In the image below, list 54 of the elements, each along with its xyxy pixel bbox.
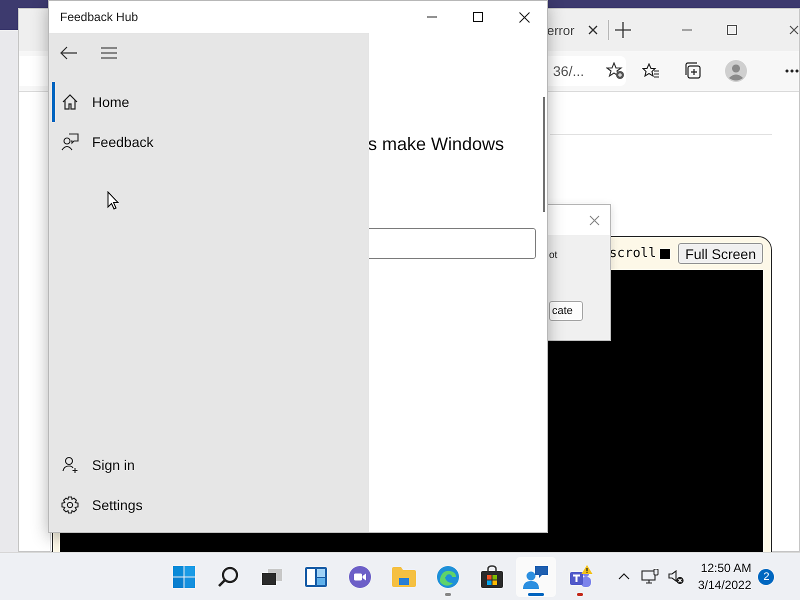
close-icon bbox=[588, 25, 598, 35]
back-arrow-icon bbox=[60, 46, 78, 60]
notification-badge[interactable]: 2 bbox=[758, 568, 774, 584]
monitor-icon bbox=[641, 568, 659, 584]
close-icon bbox=[518, 12, 530, 22]
full-screen-button[interactable]: Full Screen bbox=[678, 243, 763, 264]
settings-icon bbox=[61, 496, 79, 514]
person-chat-icon bbox=[523, 564, 549, 588]
window-title: Feedback Hub bbox=[59, 10, 140, 24]
nav-item[interactable]: Feedback bbox=[52, 122, 252, 162]
close-icon bbox=[789, 25, 799, 35]
person-add-icon bbox=[61, 456, 79, 474]
browser-tab[interactable]: error bbox=[547, 13, 598, 47]
maximize-icon bbox=[473, 12, 483, 22]
collections-icon bbox=[684, 62, 702, 80]
dialog-text: ot bbox=[549, 250, 558, 261]
tab-title: error bbox=[547, 22, 574, 38]
input-field[interactable] bbox=[369, 228, 536, 259]
home-icon bbox=[61, 93, 79, 111]
video-chat-icon bbox=[348, 564, 372, 588]
nav-item[interactable]: Home bbox=[52, 82, 252, 122]
folder-icon bbox=[391, 566, 417, 588]
teams-icon bbox=[567, 564, 593, 588]
close-tab-button[interactable] bbox=[588, 25, 598, 35]
nav-item[interactable]: Sign in bbox=[52, 445, 252, 485]
task-view-icon bbox=[261, 568, 283, 586]
browser-icon bbox=[436, 564, 460, 588]
close-icon bbox=[589, 214, 600, 226]
store-icon bbox=[480, 564, 504, 588]
menu-icon bbox=[101, 47, 117, 59]
person-icon bbox=[724, 60, 747, 82]
star-list-icon bbox=[642, 63, 660, 79]
widgets-icon bbox=[304, 566, 328, 588]
minimize-icon bbox=[682, 29, 692, 31]
mouse-cursor-icon bbox=[107, 191, 119, 210]
new-tab-button[interactable] bbox=[615, 22, 632, 38]
address-text: 36/... bbox=[553, 63, 584, 79]
start-icon bbox=[173, 566, 195, 588]
dialog-button[interactable]: cate bbox=[549, 301, 583, 321]
maximize-icon bbox=[726, 25, 736, 35]
chevron-up-icon bbox=[618, 573, 630, 580]
checkbox[interactable] bbox=[660, 248, 670, 258]
nav-item[interactable]: Settings bbox=[52, 485, 252, 525]
scroll-label: scroll bbox=[609, 246, 656, 261]
minimize-icon bbox=[427, 16, 437, 18]
plus-icon bbox=[615, 22, 632, 38]
person-chat-icon bbox=[61, 133, 79, 151]
speaker-muted-icon bbox=[668, 568, 684, 584]
taskbar-app[interactable] bbox=[516, 556, 556, 596]
clock[interactable]: 12:50 AM 3/14/2022 bbox=[694, 561, 756, 592]
close-button[interactable] bbox=[587, 212, 602, 228]
more-icon bbox=[784, 69, 799, 73]
scrollbar[interactable] bbox=[543, 97, 545, 212]
search-icon bbox=[217, 566, 239, 588]
